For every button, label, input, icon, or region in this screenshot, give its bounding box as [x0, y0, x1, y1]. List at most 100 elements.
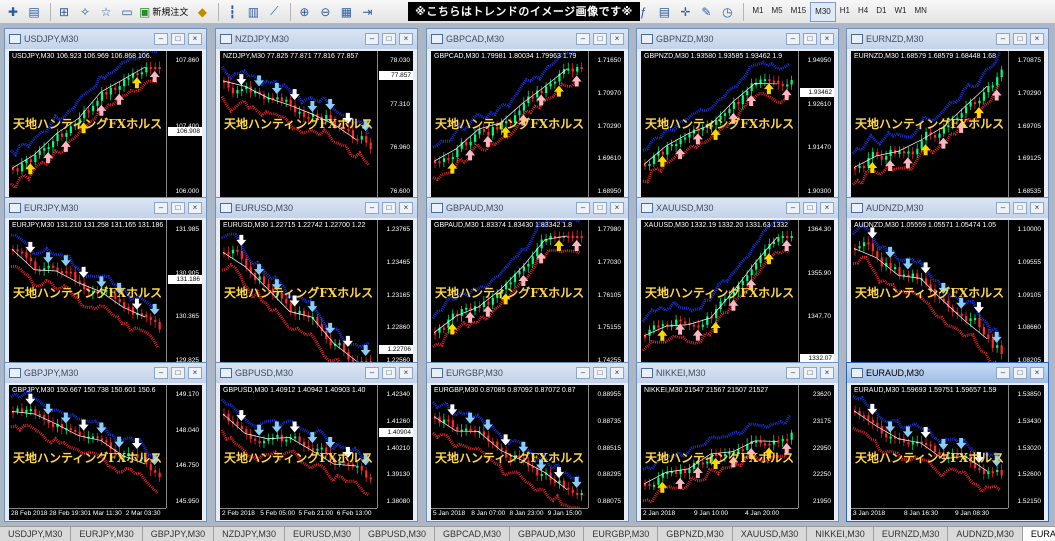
chart-window[interactable]: EURAUD,M30 – □ × EURAUD,M30 1.59693 1.59751 …: [846, 362, 1049, 522]
timeframe-m1-button[interactable]: M1: [748, 2, 767, 20]
close-button[interactable]: ×: [610, 33, 624, 45]
maximize-button[interactable]: □: [171, 33, 185, 45]
templates-icon[interactable]: ▤: [655, 3, 673, 21]
chart-tab[interactable]: GBPAUD,M30: [510, 527, 585, 541]
timeframe-m5-button[interactable]: M5: [767, 2, 786, 20]
timeframe-d1-button[interactable]: D1: [872, 2, 890, 20]
chart-window-titlebar[interactable]: EURAUD,M30 – □ ×: [847, 363, 1048, 383]
close-button[interactable]: ×: [399, 33, 413, 45]
minimize-button[interactable]: –: [996, 33, 1010, 45]
timeframe-w1-button[interactable]: W1: [890, 2, 910, 20]
minimize-button[interactable]: –: [365, 33, 379, 45]
chart-tab[interactable]: NIKKEI,M30: [807, 527, 874, 541]
chart-tab[interactable]: EURUSD,M30: [285, 527, 360, 541]
chart-tab[interactable]: GBPCAD,M30: [435, 527, 511, 541]
chart-tab[interactable]: EURAU: [1022, 527, 1055, 541]
chart-window[interactable]: XAUUSD,M30– □ × XAUUSD,M30 1332.19 1332.20 …: [636, 197, 839, 381]
maximize-button[interactable]: □: [593, 367, 607, 379]
chart-window[interactable]: EURJPY,M30– □ × EURJPY,M30 131.210 131.258 …: [4, 197, 207, 381]
chart-window[interactable]: GBPUSD,M30 – □ × GBPUSD,M30 1.40912 1.40942 …: [215, 362, 418, 522]
close-button[interactable]: ×: [1030, 33, 1044, 45]
maximize-button[interactable]: □: [593, 33, 607, 45]
minimize-button[interactable]: –: [154, 367, 168, 379]
maximize-button[interactable]: □: [382, 367, 396, 379]
maximize-button[interactable]: □: [1013, 202, 1027, 214]
chart-tab[interactable]: EURGBP,M30: [584, 527, 659, 541]
minimize-button[interactable]: –: [996, 202, 1010, 214]
minimize-button[interactable]: –: [154, 33, 168, 45]
chart-tab[interactable]: GBPUSD,M30: [360, 527, 435, 541]
chart-window[interactable]: NIKKEI,M30 – □ × NIKKEI,M30 21547 21567 2150…: [636, 362, 839, 522]
chart-window[interactable]: EURUSD,M30– □ × EURUSD,M30 1.22715 1.22742 …: [215, 197, 418, 381]
timeframe-h4-button[interactable]: H4: [854, 2, 872, 20]
chart-window[interactable]: EURNZD,M30– □ × EURNZD,M30 1.68579 1.68579 …: [846, 28, 1049, 212]
chart-window-titlebar[interactable]: EURJPY,M30 – □ ×: [5, 198, 206, 218]
maximize-button[interactable]: □: [171, 202, 185, 214]
close-button[interactable]: ×: [1030, 202, 1044, 214]
line-chart-icon[interactable]: ⟋: [265, 3, 283, 21]
chart-window[interactable]: GBPAUD,M30– □ × GBPAUD,M30 1.83374 1.83430 …: [426, 197, 629, 381]
chart-window-titlebar[interactable]: EURGBP,M30 – □ ×: [427, 363, 628, 383]
chart-area[interactable]: GBPNZD,M30 1.93580 1.93585 1.93462 1.9 天地…: [641, 51, 834, 210]
close-button[interactable]: ×: [820, 367, 834, 379]
chart-window[interactable]: GBPCAD,M30– □ × GBPCAD,M30 1.79981 1.80034 …: [426, 28, 629, 212]
chart-area[interactable]: EURUSD,M30 1.22715 1.22742 1.22700 1.22 天…: [220, 220, 413, 379]
chart-area[interactable]: EURNZD,M30 1.68579 1.68579 1.68448 1.68 天…: [851, 51, 1044, 210]
close-button[interactable]: ×: [610, 202, 624, 214]
drawing-tools-icon[interactable]: ✎: [697, 3, 715, 21]
chart-tab[interactable]: XAUUSD,M30: [733, 527, 808, 541]
chart-tab[interactable]: GBPJPY,M30: [143, 527, 215, 541]
maximize-button[interactable]: □: [803, 202, 817, 214]
zoom-out-icon[interactable]: ⊖: [316, 3, 334, 21]
minimize-button[interactable]: –: [365, 367, 379, 379]
minimize-button[interactable]: –: [786, 33, 800, 45]
chart-window-titlebar[interactable]: GBPCAD,M30 – □ ×: [427, 29, 628, 49]
chart-shift-icon[interactable]: ⇥: [358, 3, 376, 21]
close-button[interactable]: ×: [399, 202, 413, 214]
timeframe-m15-button[interactable]: M15: [787, 2, 811, 20]
tile-windows-icon[interactable]: ▦: [337, 3, 355, 21]
maximize-button[interactable]: □: [1013, 33, 1027, 45]
minimize-button[interactable]: –: [786, 202, 800, 214]
chart-window-titlebar[interactable]: GBPJPY,M30 – □ ×: [5, 363, 206, 383]
close-button[interactable]: ×: [188, 367, 202, 379]
new-order-button[interactable]: ▣ 新規注文: [139, 3, 190, 21]
minimize-button[interactable]: –: [154, 202, 168, 214]
chart-window[interactable]: NZDJPY,M30– □ × NZDJPY,M30 77.825 77.871 77…: [215, 28, 418, 212]
profiles-icon[interactable]: ▤: [25, 3, 43, 21]
favorites-icon[interactable]: ☆: [97, 3, 115, 21]
chart-area[interactable]: EURGBP,M30 0.87085 0.87092 0.87072 0.87 天…: [431, 385, 624, 520]
chart-tab[interactable]: AUDNZD,M30: [948, 527, 1023, 541]
chart-window-titlebar[interactable]: GBPNZD,M30 – □ ×: [637, 29, 838, 49]
chart-window-titlebar[interactable]: USDJPY,M30 – □ ×: [5, 29, 206, 49]
periods-icon[interactable]: ◷: [718, 3, 736, 21]
chart-area[interactable]: EURAUD,M30 1.59693 1.59751 1.59657 1.59 天…: [851, 385, 1044, 520]
chart-area[interactable]: GBPAUD,M30 1.83374 1.83430 1.83342 1.8 天地…: [431, 220, 624, 379]
chart-area[interactable]: NIKKEI,M30 21547 21567 21507 21527 天地ハンティ…: [641, 385, 834, 520]
close-button[interactable]: ×: [820, 202, 834, 214]
minimize-button[interactable]: –: [996, 367, 1010, 379]
new-chart-icon[interactable]: ✚: [4, 3, 22, 21]
chart-area[interactable]: XAUUSD,M30 1332.19 1332.20 1331.63 1332 天…: [641, 220, 834, 379]
chart-window[interactable]: AUDNZD,M30– □ × AUDNZD,M30 1.05559 1.05571 …: [846, 197, 1049, 381]
chart-area[interactable]: NZDJPY,M30 77.825 77.871 77.816 77.857 天地…: [220, 51, 413, 210]
chart-area[interactable]: EURJPY,M30 131.210 131.258 131.165 131.1…: [9, 220, 202, 379]
chart-tab[interactable]: EURJPY,M30: [71, 527, 143, 541]
maximize-button[interactable]: □: [382, 202, 396, 214]
close-button[interactable]: ×: [188, 33, 202, 45]
chart-window[interactable]: GBPNZD,M30– □ × GBPNZD,M30 1.93580 1.93585 …: [636, 28, 839, 212]
maximize-button[interactable]: □: [382, 33, 396, 45]
auto-trading-icon[interactable]: ◆: [193, 3, 211, 21]
maximize-button[interactable]: □: [171, 367, 185, 379]
minimize-button[interactable]: –: [576, 33, 590, 45]
chart-window[interactable]: EURGBP,M30 – □ × EURGBP,M30 0.87085 0.87092 …: [426, 362, 629, 522]
chart-window-titlebar[interactable]: XAUUSD,M30 – □ ×: [637, 198, 838, 218]
maximize-button[interactable]: □: [1013, 367, 1027, 379]
chart-window-titlebar[interactable]: NIKKEI,M30 – □ ×: [637, 363, 838, 383]
crosshair-icon[interactable]: ✛: [676, 3, 694, 21]
chart-area[interactable]: GBPJPY,M30 150.667 150.738 150.601 150.6…: [9, 385, 202, 520]
maximize-button[interactable]: □: [803, 33, 817, 45]
chart-area[interactable]: GBPUSD,M30 1.40912 1.40942 1.40903 1.40 天…: [220, 385, 413, 520]
maximize-button[interactable]: □: [593, 202, 607, 214]
chart-area[interactable]: USDJPY,M30 106.923 106.969 106.868 106. 天…: [9, 51, 202, 210]
